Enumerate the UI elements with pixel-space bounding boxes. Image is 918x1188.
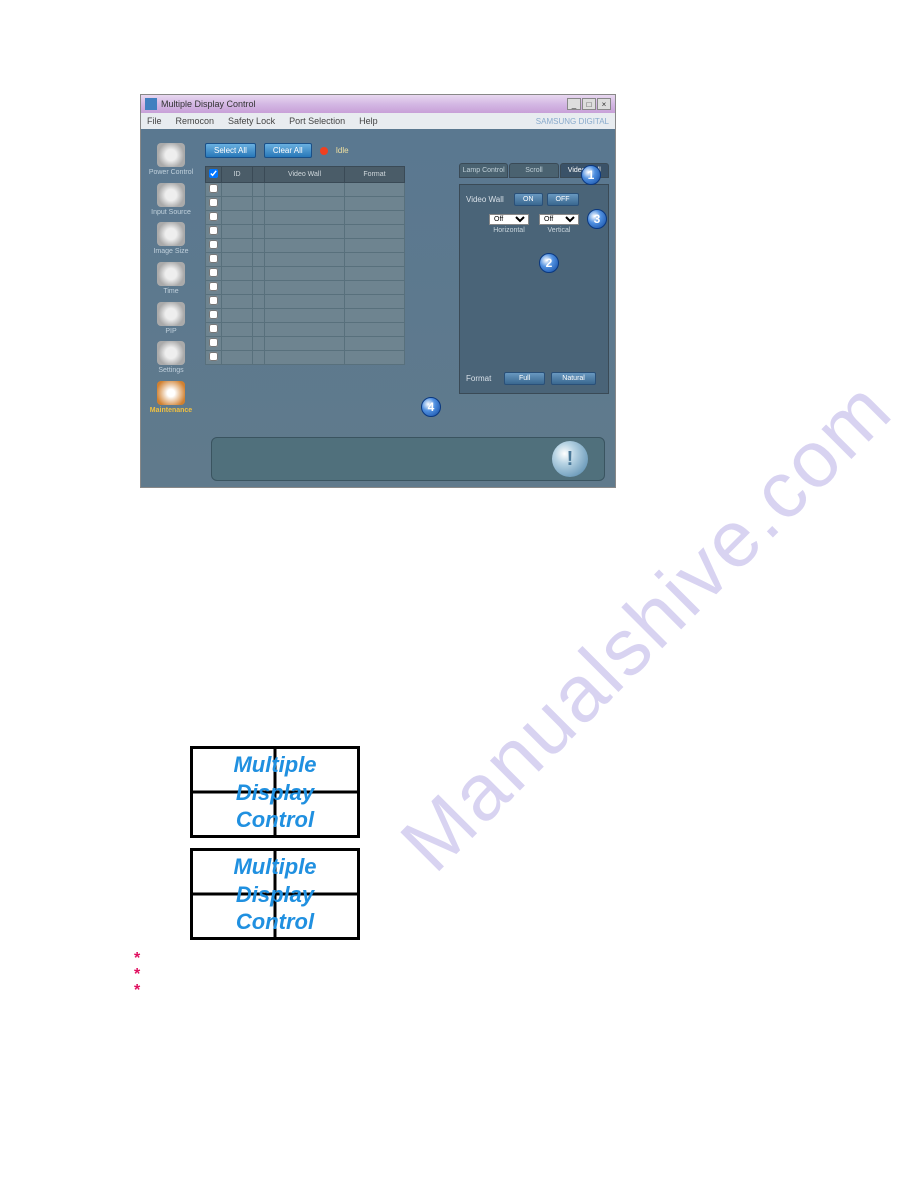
callout-3: 3 <box>587 209 607 229</box>
window-buttons: _ □ × <box>567 98 611 110</box>
maximize-button[interactable]: □ <box>582 98 596 110</box>
col-checkbox[interactable] <box>206 167 222 183</box>
menu-help[interactable]: Help <box>359 116 378 126</box>
col-format: Format <box>345 167 405 183</box>
sidebar-label-time: Time <box>163 288 178 296</box>
display-table: ID Video Wall Format <box>205 166 405 365</box>
sidebar-item-time[interactable]: Time <box>148 262 194 296</box>
full-button[interactable]: Full <box>504 372 545 385</box>
hv-group: Off Horizontal Off Vertical <box>466 214 602 234</box>
grid-text-2: Multiple Display Control <box>233 853 316 936</box>
sidebar-item-input-source[interactable]: Input Source <box>148 183 194 217</box>
callout-2: 2 <box>539 253 559 273</box>
vertical-select[interactable]: Off <box>539 214 579 225</box>
sidebar-label-maintenance: Maintenance <box>150 407 192 415</box>
star-bullet: * <box>134 982 140 1000</box>
window-title: Multiple Display Control <box>161 99 256 109</box>
horizontal-select[interactable]: Off <box>489 214 529 225</box>
settings-icon <box>157 341 185 365</box>
info-orb-icon: ! <box>552 441 588 477</box>
sidebar-label-settings: Settings <box>158 367 183 375</box>
menu-port-selection[interactable]: Port Selection <box>289 116 345 126</box>
col-status <box>253 167 265 183</box>
maintenance-icon <box>157 381 185 405</box>
sidebar-label-image: Image Size <box>153 248 188 256</box>
titlebar: Multiple Display Control _ □ × <box>141 95 615 113</box>
off-button[interactable]: OFF <box>547 193 579 206</box>
minimize-button[interactable]: _ <box>567 98 581 110</box>
status-bar: ! <box>211 437 605 481</box>
center-panel: Select All Clear All Idle ID Video Wall … <box>201 129 455 487</box>
vertical-col: Off Vertical <box>539 214 579 234</box>
sidebar-item-pip[interactable]: PIP <box>148 302 194 336</box>
sidebar-label-pip: PIP <box>165 328 176 336</box>
format-label: Format <box>466 374 498 383</box>
select-all-button[interactable]: Select All <box>205 143 256 158</box>
format-row: Format Full Natural <box>466 372 602 385</box>
idle-indicator-icon <box>320 147 328 155</box>
app-window: Multiple Display Control _ □ × File Remo… <box>140 94 616 488</box>
video-wall-row: Video Wall ON OFF <box>466 193 602 206</box>
workarea: Power Control Input Source Image Size Ti… <box>141 129 615 487</box>
horizontal-col: Off Horizontal <box>489 214 529 234</box>
brand-text: SAMSUNG DIGITAL <box>536 117 609 126</box>
col-video-wall: Video Wall <box>265 167 345 183</box>
table-row[interactable] <box>206 197 405 211</box>
video-wall-label: Video Wall <box>466 195 510 204</box>
toolbar: Select All Clear All Idle <box>205 143 451 158</box>
table-row[interactable] <box>206 323 405 337</box>
table-row[interactable] <box>206 253 405 267</box>
clear-all-button[interactable]: Clear All <box>264 143 312 158</box>
image-size-icon <box>157 222 185 246</box>
menu-safety-lock[interactable]: Safety Lock <box>228 116 275 126</box>
sidebar-item-power-control[interactable]: Power Control <box>148 143 194 177</box>
table-row[interactable] <box>206 337 405 351</box>
table-row[interactable] <box>206 295 405 309</box>
input-icon <box>157 183 185 207</box>
table-row[interactable] <box>206 351 405 365</box>
col-id: ID <box>222 167 253 183</box>
table-row[interactable] <box>206 281 405 295</box>
table-row[interactable] <box>206 183 405 197</box>
grid-figure-2: Multiple Display Control <box>190 848 360 940</box>
grid-figure-1: Multiple Display Control <box>190 746 360 838</box>
time-icon <box>157 262 185 286</box>
app-icon <box>145 98 157 110</box>
menu-remocon[interactable]: Remocon <box>176 116 215 126</box>
menubar: File Remocon Safety Lock Port Selection … <box>141 113 615 129</box>
left-sidebar: Power Control Input Source Image Size Ti… <box>141 129 201 487</box>
callout-1: 1 <box>581 165 601 185</box>
close-button[interactable]: × <box>597 98 611 110</box>
sidebar-item-image-size[interactable]: Image Size <box>148 222 194 256</box>
sidebar-label-power: Power Control <box>149 169 193 177</box>
on-button[interactable]: ON <box>514 193 543 206</box>
callout-4: 4 <box>421 397 441 417</box>
table-row[interactable] <box>206 239 405 253</box>
table-row[interactable] <box>206 211 405 225</box>
table-row[interactable] <box>206 309 405 323</box>
tab-lamp-control[interactable]: Lamp Control <box>459 163 508 178</box>
tab-scroll[interactable]: Scroll <box>509 163 558 178</box>
natural-button[interactable]: Natural <box>551 372 596 385</box>
sidebar-label-input: Input Source <box>151 209 191 217</box>
power-icon <box>157 143 185 167</box>
sidebar-item-maintenance[interactable]: Maintenance <box>148 381 194 415</box>
table-row[interactable] <box>206 225 405 239</box>
sidebar-item-settings[interactable]: Settings <box>148 341 194 375</box>
grid-text-1: Multiple Display Control <box>233 751 316 834</box>
menu-file[interactable]: File <box>147 116 162 126</box>
table-row[interactable] <box>206 267 405 281</box>
vertical-label: Vertical <box>548 227 571 234</box>
idle-label: Idle <box>336 146 349 155</box>
horizontal-label: Horizontal <box>493 227 525 234</box>
pip-icon <box>157 302 185 326</box>
